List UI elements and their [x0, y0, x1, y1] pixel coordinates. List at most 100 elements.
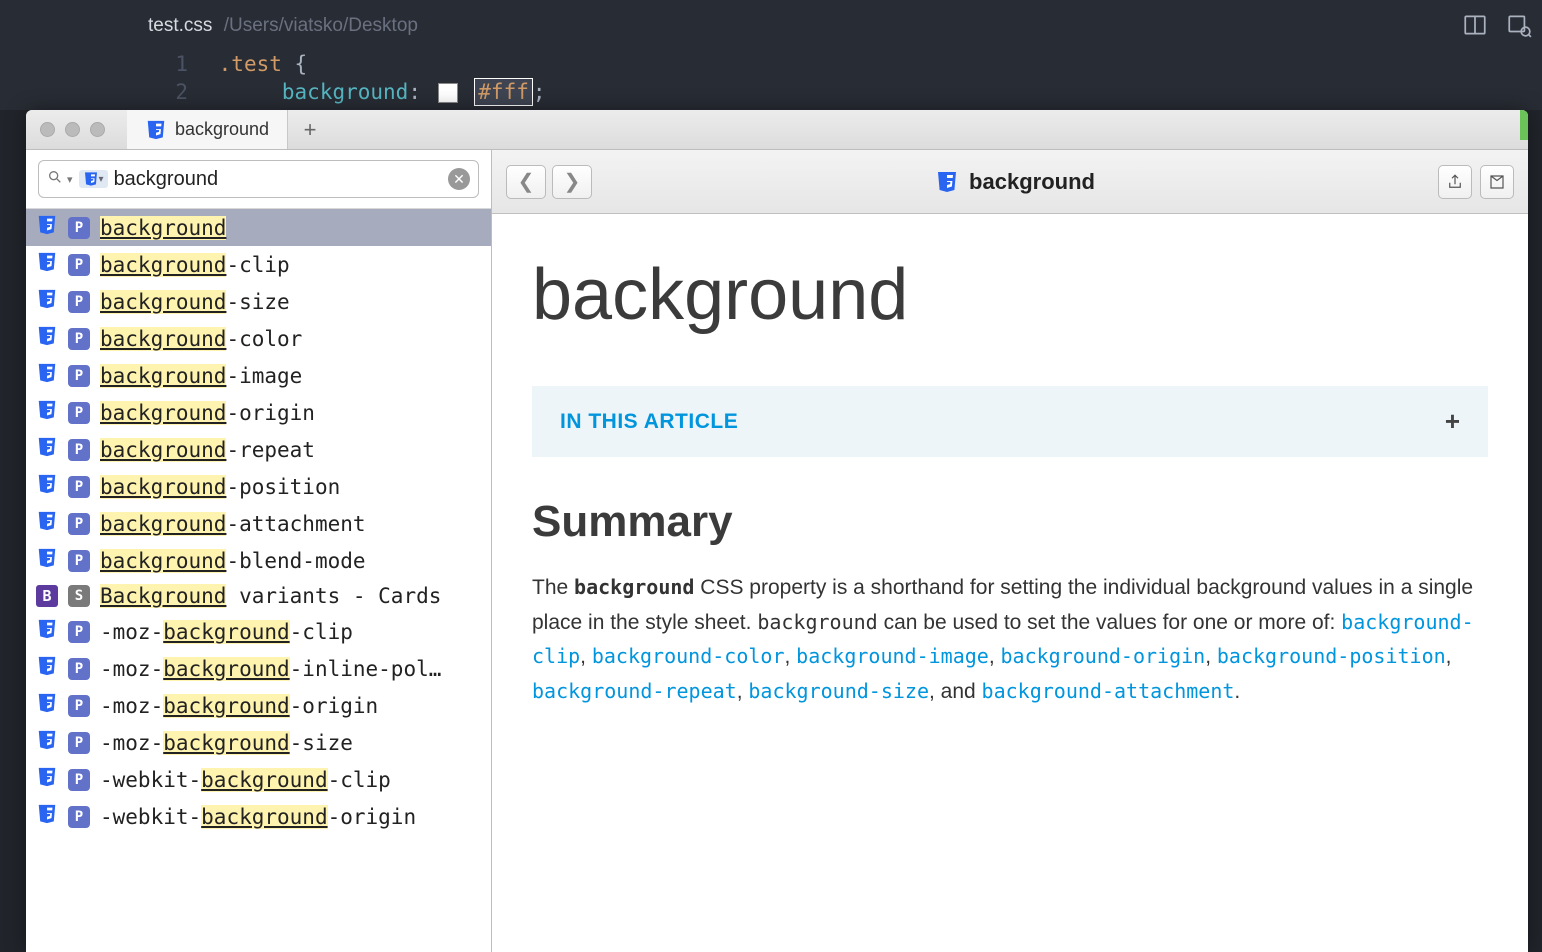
editor-tab[interactable]: test.css /Users/viatsko/Desktop: [148, 15, 418, 37]
css-icon: [36, 692, 58, 719]
line-number: 1: [148, 50, 188, 78]
css-icon: [36, 399, 58, 426]
result-row[interactable]: Pbackground-position: [26, 468, 491, 505]
bookmark-button[interactable]: [1480, 165, 1514, 199]
css-icon: [36, 547, 58, 574]
result-row[interactable]: Pbackground-blend-mode: [26, 542, 491, 579]
result-text: background-size: [100, 290, 290, 314]
result-row[interactable]: P-webkit-background-origin: [26, 798, 491, 835]
match-text: background: [100, 327, 226, 351]
result-row[interactable]: Pbackground-repeat: [26, 431, 491, 468]
window-tab[interactable]: background: [127, 110, 288, 149]
window-controls: [40, 122, 105, 137]
clear-search-button[interactable]: ✕: [448, 168, 470, 190]
type-badge: P: [68, 328, 90, 350]
result-row[interactable]: Pbackground: [26, 209, 491, 246]
search-box[interactable]: ▾ ▾ ✕: [38, 160, 479, 198]
back-button[interactable]: ❮: [506, 165, 546, 199]
css-icon: [36, 325, 58, 352]
type-badge: P: [68, 365, 90, 387]
css-icon: [36, 618, 58, 645]
result-row[interactable]: BSBackground variants - Cards: [26, 579, 491, 613]
maximize-window-button[interactable]: [90, 122, 105, 137]
tab-label: background: [175, 119, 269, 140]
doc-link[interactable]: background-origin: [1001, 644, 1206, 668]
type-badge: P: [68, 658, 90, 680]
match-text: background: [100, 364, 226, 388]
editor-code[interactable]: 1 .test { 2 background: #fff;: [148, 50, 546, 106]
minimize-window-button[interactable]: [65, 122, 80, 137]
in-article-label: IN THIS ARTICLE: [560, 410, 738, 434]
css-icon: [36, 655, 58, 682]
result-row[interactable]: Pbackground-color: [26, 320, 491, 357]
new-tab-button[interactable]: +: [296, 116, 324, 144]
doc-heading: background: [532, 254, 1488, 336]
doc-link[interactable]: background-attachment: [982, 679, 1235, 703]
share-button[interactable]: [1438, 165, 1472, 199]
css-icon: [36, 766, 58, 793]
result-text: background-color: [100, 327, 302, 351]
dash-window: background + ▾ ▾ ✕ PbackgroundPbackgroun…: [26, 110, 1528, 952]
titlebar[interactable]: background +: [26, 110, 1528, 150]
results-list[interactable]: PbackgroundPbackground-clipPbackground-s…: [26, 209, 491, 952]
result-text: -moz-background-inline-pol…: [100, 657, 441, 681]
match-text: background: [100, 438, 226, 462]
result-row[interactable]: Pbackground-origin: [26, 394, 491, 431]
result-row[interactable]: P -moz-background-inline-pol…: [26, 650, 491, 687]
type-badge: P: [68, 291, 90, 313]
result-row[interactable]: Pbackground-image: [26, 357, 491, 394]
doc-link[interactable]: background-image: [796, 644, 989, 668]
filter-badge[interactable]: ▾: [79, 170, 108, 188]
doc-link[interactable]: background-size: [748, 679, 929, 703]
result-row[interactable]: Pbackground-size: [26, 283, 491, 320]
forward-button[interactable]: ❯: [552, 165, 592, 199]
split-panel-icon[interactable]: [1462, 12, 1488, 43]
editor-sidebar-stub: [0, 0, 26, 952]
match-text: Background: [100, 584, 226, 608]
search-replace-icon[interactable]: [1506, 12, 1532, 43]
type-badge: P: [68, 621, 90, 643]
summary-text: The background CSS property is a shortha…: [532, 571, 1488, 710]
css-selector: .test: [219, 52, 282, 76]
result-text: -moz-background-origin: [100, 694, 378, 718]
match-text: background: [100, 475, 226, 499]
doc-toolbar: ❮ ❯ background: [492, 150, 1528, 214]
search-dropdown-icon[interactable]: ▾: [67, 173, 73, 186]
result-row[interactable]: P-webkit-background-clip: [26, 761, 491, 798]
result-row[interactable]: P-moz-background-size: [26, 724, 491, 761]
result-row[interactable]: Pbackground-clip: [26, 246, 491, 283]
result-text: -moz-background-size: [100, 731, 353, 755]
close-window-button[interactable]: [40, 122, 55, 137]
editor-area: test.css /Users/viatsko/Desktop 1 .test …: [0, 0, 1542, 110]
css-value-selected[interactable]: #fff: [474, 78, 533, 106]
result-row[interactable]: Pbackground-attachment: [26, 505, 491, 542]
doc-link[interactable]: background-position: [1217, 644, 1446, 668]
result-text: background-repeat: [100, 438, 315, 462]
type-badge: S: [68, 585, 90, 607]
css-icon: [36, 473, 58, 500]
type-badge: P: [68, 550, 90, 572]
result-text: Background variants - Cards: [100, 584, 441, 608]
type-badge: P: [68, 769, 90, 791]
type-badge: P: [68, 402, 90, 424]
result-text: -moz-background-clip: [100, 620, 353, 644]
result-text: background-position: [100, 475, 340, 499]
editor-filepath: /Users/viatsko/Desktop: [224, 15, 418, 36]
result-text: background: [100, 216, 226, 240]
css-icon: [36, 251, 58, 278]
result-row[interactable]: P-moz-background-origin: [26, 687, 491, 724]
doc-link[interactable]: background-color: [592, 644, 785, 668]
match-text: background: [201, 768, 327, 792]
color-swatch[interactable]: [438, 83, 458, 103]
in-this-article[interactable]: IN THIS ARTICLE +: [532, 386, 1488, 457]
type-badge: P: [68, 513, 90, 535]
result-row[interactable]: P -moz-background-clip: [26, 613, 491, 650]
expand-icon[interactable]: +: [1445, 406, 1460, 437]
doc-content[interactable]: background IN THIS ARTICLE + Summary The…: [492, 214, 1528, 952]
match-text: background: [100, 290, 226, 314]
search-input[interactable]: [114, 168, 442, 191]
match-text: background: [163, 657, 289, 681]
doc-link[interactable]: background-repeat: [532, 679, 737, 703]
result-text: background-origin: [100, 401, 315, 425]
css-icon: [36, 214, 58, 241]
